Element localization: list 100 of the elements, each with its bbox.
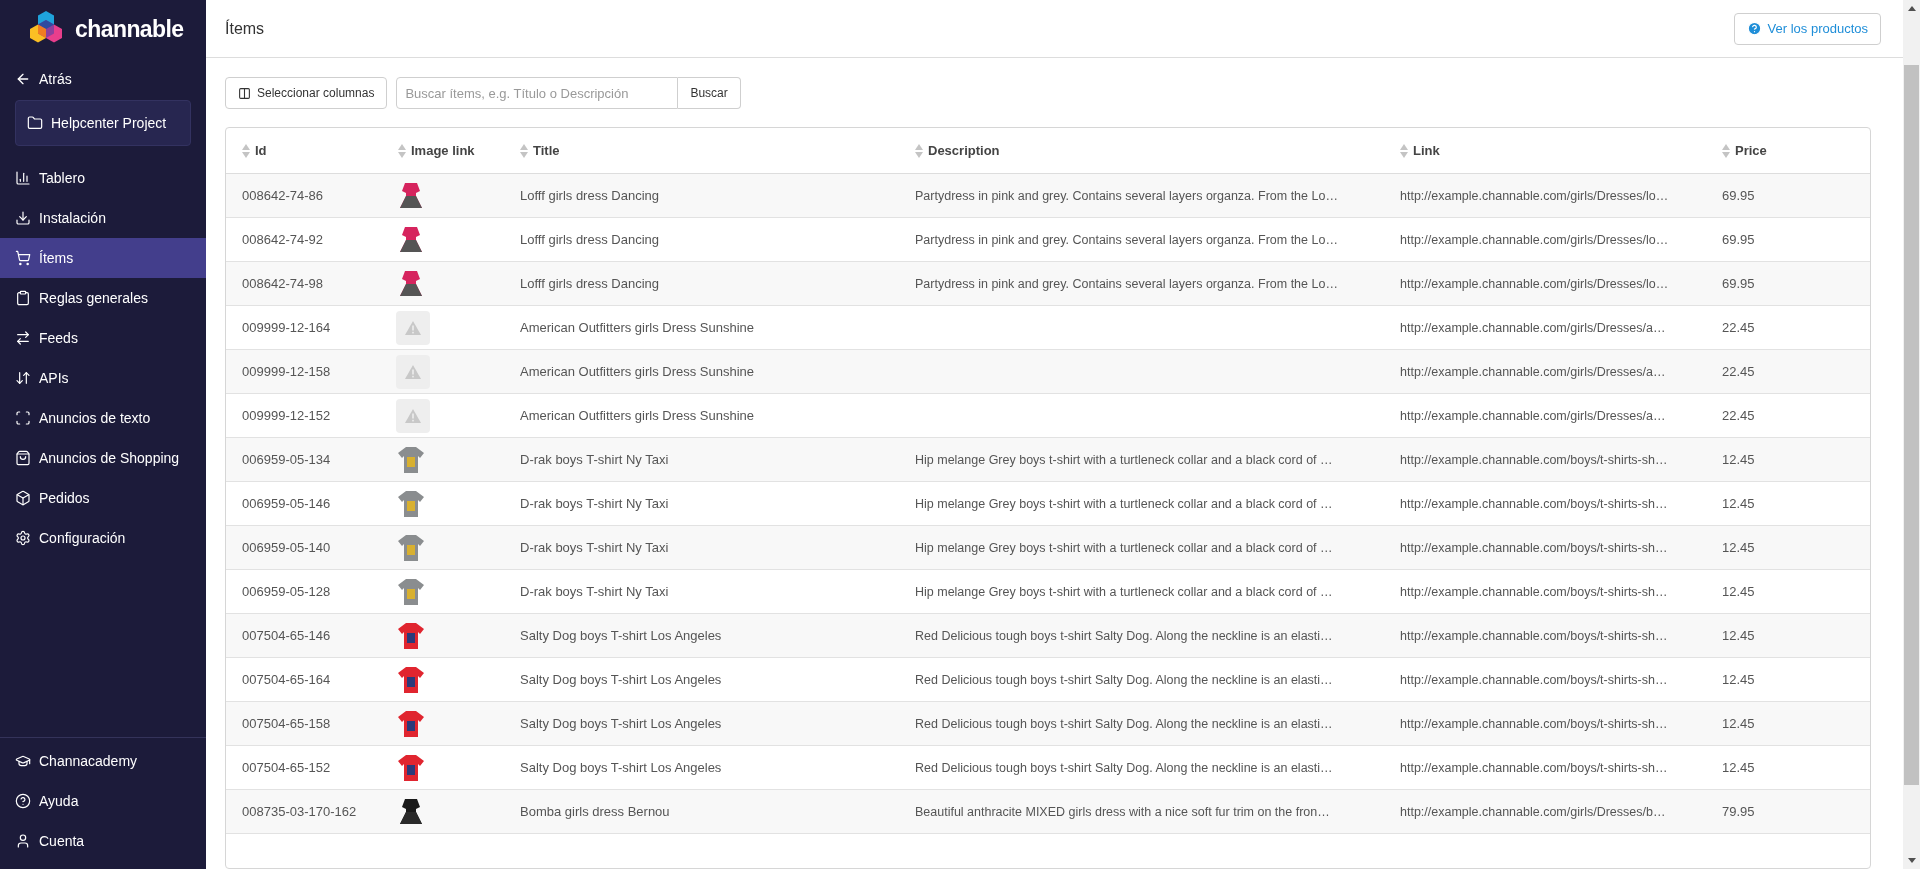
table-cell: http://example.channable.com/boys/t-shirts-sh…	[1400, 628, 1668, 643]
table-cell: Lofff girls dress Dancing	[520, 275, 659, 291]
table-cell: http://example.channable.com/girls/Dresses/a…	[1400, 320, 1666, 335]
table-cell: 007504-65-146	[242, 627, 331, 643]
project-selector[interactable]: Helpcenter Project	[15, 100, 191, 146]
table-cell: 12.45	[1722, 715, 1755, 731]
table-cell: 12.45	[1722, 759, 1755, 775]
scroll-down-icon[interactable]	[1907, 858, 1916, 863]
warning-icon	[405, 320, 421, 335]
t-shirt-photo	[396, 488, 426, 519]
table-cell: Beautiful anthracite MIXED girls dress with a nice soft fur trim on the fron…	[915, 804, 1330, 819]
column-header[interactable]: Description	[928, 140, 1000, 161]
table-cell: 009999-12-158	[242, 363, 331, 379]
table-cell: 22.45	[1722, 363, 1755, 379]
search-field[interactable]: Buscar ítems, e.g. Título o Descripción	[396, 77, 679, 109]
table-cell: 79.95	[1722, 803, 1755, 819]
sidebar-item[interactable]: Ítems	[0, 238, 206, 278]
table-cell: 008642-74-92	[242, 231, 323, 247]
column-header[interactable]: Price	[1735, 140, 1767, 161]
sort-icon[interactable]	[398, 143, 406, 158]
settings-icon	[15, 530, 31, 546]
cart-icon	[15, 250, 31, 266]
sidebar-item[interactable]: Anuncios de Shopping	[0, 438, 206, 478]
t-shirt-photo	[396, 752, 426, 783]
table-cell: Red Delicious tough boys t-shirt Salty Dog. Along the neckline is an elasti…	[915, 716, 1333, 731]
table-cell: Salty Dog boys T-shirt Los Angeles	[520, 715, 722, 731]
sidebar-item[interactable]: Cuenta	[0, 821, 206, 861]
table-cell: Partydress in pink and grey. Contains several layers organza. From the Lo…	[915, 232, 1338, 247]
column-header[interactable]: Link	[1413, 140, 1440, 161]
table-cell: http://example.channable.com/girls/Dresses/lo…	[1400, 232, 1669, 247]
sidebar-item[interactable]: Feeds	[0, 318, 206, 358]
sidebar-item[interactable]: Configuración	[0, 518, 206, 558]
sidebar-item[interactable]: Pedidos	[0, 478, 206, 518]
table-cell: Hip melange Grey boys t-shirt with a turtleneck collar and a black cord of …	[915, 452, 1333, 467]
table-cell: D-rak boys T-shirt Ny Taxi	[520, 583, 669, 599]
table-cell: Lofff girls dress Dancing	[520, 187, 659, 203]
table-cell: 006959-05-146	[242, 495, 331, 511]
table-cell: 006959-05-134	[242, 451, 331, 467]
warning-icon	[405, 408, 421, 423]
table-cell: http://example.channable.com/boys/t-shirts-sh…	[1400, 496, 1668, 511]
table-cell: Hip melange Grey boys t-shirt with a turtleneck collar and a black cord of …	[915, 496, 1333, 511]
clipboard-icon	[15, 290, 31, 306]
up-down-arrows-icon	[15, 370, 31, 386]
bar-chart-icon	[15, 170, 31, 186]
select-columns-button[interactable]: Seleccionar columnas	[225, 77, 388, 109]
table-cell: http://example.channable.com/girls/Dresses/lo…	[1400, 188, 1669, 203]
table-cell: http://example.channable.com/boys/t-shirts-sh…	[1400, 452, 1668, 467]
table-cell: Red Delicious tough boys t-shirt Salty Dog. Along the neckline is an elasti…	[915, 628, 1333, 643]
table-cell: 22.45	[1722, 407, 1755, 423]
sidebar-item[interactable]: Tablero	[0, 158, 206, 198]
download-icon	[15, 210, 31, 226]
table-cell: 12.45	[1722, 451, 1755, 467]
table-cell: http://example.channable.com/boys/t-shirts-sh…	[1400, 584, 1668, 599]
table-cell: 006959-05-140	[242, 539, 331, 555]
table-cell: Salty Dog boys T-shirt Los Angeles	[520, 671, 722, 687]
two-arrows-icon	[15, 330, 31, 346]
table-cell: D-rak boys T-shirt Ny Taxi	[520, 495, 669, 511]
sidebar-item[interactable]: Instalación	[0, 198, 206, 238]
scroll-up-icon[interactable]	[1907, 6, 1916, 11]
column-header[interactable]: Image link	[411, 140, 475, 161]
sidebar-item[interactable]: APIs	[0, 358, 206, 398]
table-cell: Red Delicious tough boys t-shirt Salty Dog. Along the neckline is an elasti…	[915, 672, 1333, 687]
back-link[interactable]: Atrás	[0, 58, 206, 100]
table-cell: 007504-65-158	[242, 715, 331, 731]
scrollbar[interactable]	[1903, 0, 1920, 869]
t-shirt-photo	[396, 576, 426, 607]
table-cell: 009999-12-152	[242, 407, 331, 423]
t-shirt-photo	[396, 444, 426, 475]
columns-icon	[238, 86, 251, 100]
table-cell: http://example.channable.com/girls/Dresses/b…	[1400, 804, 1666, 819]
table-cell: American Outfitters girls Dress Sunshine	[520, 363, 755, 379]
table-cell: Red Delicious tough boys t-shirt Salty Dog. Along the neckline is an elasti…	[915, 760, 1333, 775]
table-cell: D-rak boys T-shirt Ny Taxi	[520, 539, 669, 555]
table-cell: 009999-12-164	[242, 319, 331, 335]
sidebar-item[interactable]: Channacademy	[0, 741, 206, 781]
sort-icon[interactable]	[1400, 143, 1408, 158]
column-header[interactable]: Title	[533, 140, 560, 161]
folder-icon	[27, 115, 43, 131]
table-cell: 007504-65-164	[242, 671, 331, 687]
sort-icon[interactable]	[1722, 143, 1730, 158]
frame-corners-icon	[15, 410, 31, 426]
sort-icon[interactable]	[915, 143, 923, 158]
search-button[interactable]: Buscar	[678, 77, 741, 109]
table-cell: Salty Dog boys T-shirt Los Angeles	[520, 759, 722, 775]
scrollbar-thumb[interactable]	[1904, 65, 1919, 785]
page-title: Ítems	[225, 18, 265, 39]
sidebar-item[interactable]: Reglas generales	[0, 278, 206, 318]
column-header[interactable]: Id	[255, 140, 267, 161]
user-icon	[15, 833, 31, 849]
help-icon	[15, 793, 31, 809]
table-cell: http://example.channable.com/boys/t-shirts-sh…	[1400, 760, 1668, 775]
table-cell: Hip melange Grey boys t-shirt with a turtleneck collar and a black cord of …	[915, 540, 1333, 555]
sort-icon[interactable]	[520, 143, 528, 158]
table-cell: http://example.channable.com/girls/Dresses/lo…	[1400, 276, 1669, 291]
view-products-button[interactable]: Ver los productos	[1733, 12, 1881, 45]
sidebar-item[interactable]: Ayuda	[0, 781, 206, 821]
sort-icon[interactable]	[242, 143, 250, 158]
table-cell: 12.45	[1722, 495, 1755, 511]
t-shirt-photo	[396, 532, 426, 563]
sidebar-item[interactable]: Anuncios de texto	[0, 398, 206, 438]
